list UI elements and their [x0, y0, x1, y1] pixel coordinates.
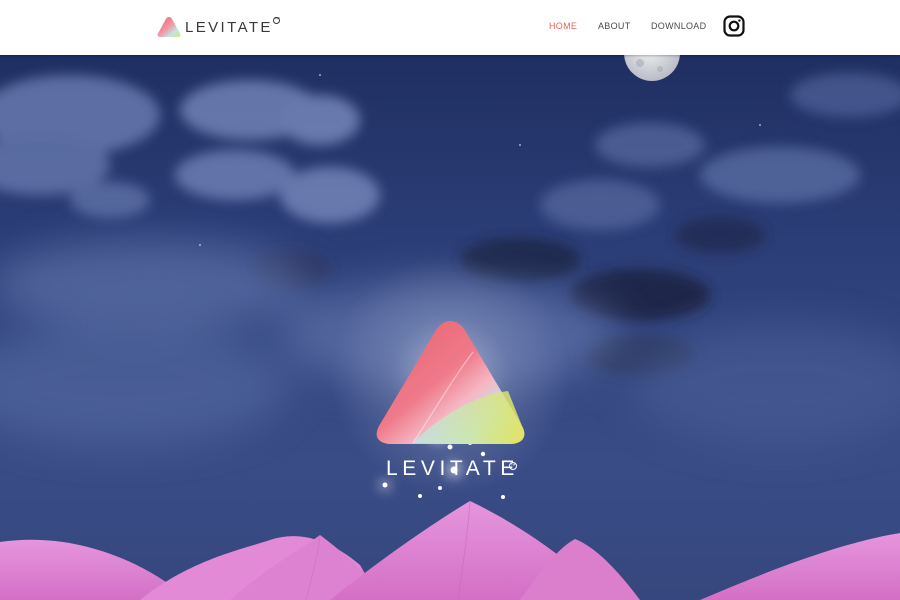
nav-download-link[interactable]: DOWNLOAD	[651, 21, 706, 31]
main-nav: HOME ABOUT DOWNLOAD	[0, 21, 900, 35]
nav-home-link[interactable]: HOME	[549, 21, 577, 31]
hero-section: LEVITATE ™	[0, 55, 900, 600]
hero-trademark-badge: ™	[509, 462, 517, 470]
clouds-upper	[0, 73, 900, 230]
hero-levitate-logo-icon	[376, 321, 525, 444]
instagram-icon[interactable]	[723, 15, 745, 37]
moon-icon	[624, 55, 680, 81]
site-header: LEVITATE ™ HOME ABOUT DOWNLOAD	[0, 0, 900, 55]
nav-about-link[interactable]: ABOUT	[598, 21, 631, 31]
hero-title: LEVITATE	[386, 457, 519, 480]
lotus-petals	[0, 500, 900, 600]
